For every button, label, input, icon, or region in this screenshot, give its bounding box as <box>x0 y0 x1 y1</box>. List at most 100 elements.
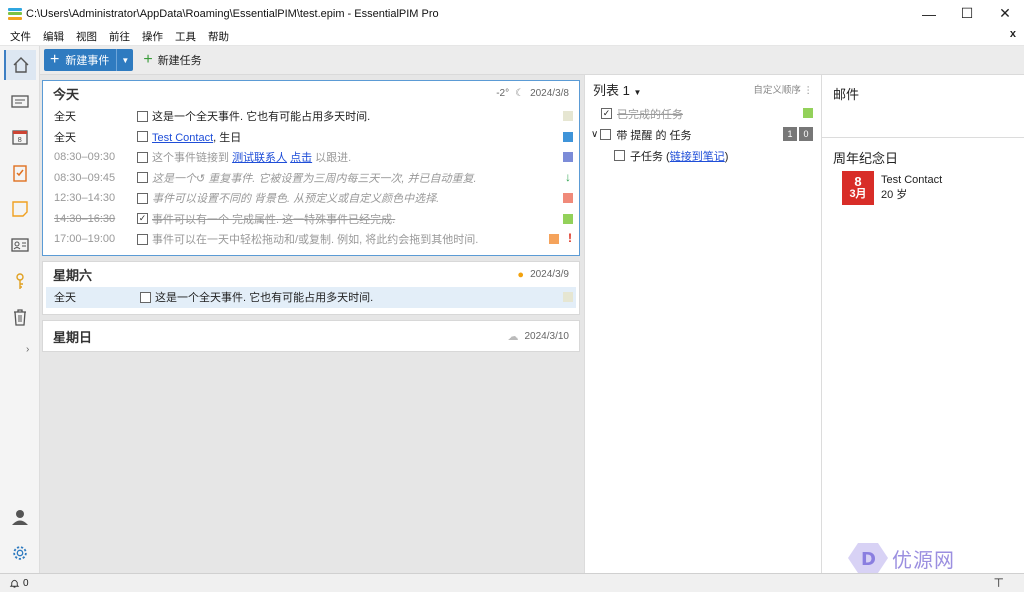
mail-icon[interactable] <box>4 86 36 116</box>
sidebar-expand-icon[interactable]: › <box>26 344 29 355</box>
svg-text:D: D <box>861 549 876 570</box>
day-date: 2024/3/9 <box>530 269 569 280</box>
mail-section-title: 邮件 <box>833 87 860 102</box>
event-row[interactable]: 12:30–14:30 事件可以设置不同的 背景色. 从预定义或自定义颜色中选择… <box>43 188 579 209</box>
tasks-icon[interactable] <box>4 158 36 188</box>
day-card-today[interactable]: 今天 -2° ☾ 2024/3/8 全天 这是一个全天事件. 它也有可能占用多天… <box>42 80 580 256</box>
menu-tools[interactable]: 工具 <box>169 29 202 44</box>
menu-go[interactable]: 前往 <box>103 29 136 44</box>
task-title: 已完成的任务 <box>617 108 683 121</box>
event-checkbox[interactable] <box>137 233 148 245</box>
event-color-swatch <box>563 292 573 302</box>
event-row[interactable]: 全天 这是一个全天事件. 它也有可能占用多天时间. <box>46 287 576 308</box>
event-title-suffix: , 生日 <box>213 131 242 144</box>
event-time: 12:30–14:30 <box>54 192 116 205</box>
click-link[interactable]: 点击 <box>290 152 312 164</box>
chevron-down-icon[interactable]: ∨ <box>591 129 598 140</box>
user-account-icon[interactable] <box>4 502 36 532</box>
new-event-label: 新建事件 <box>65 55 110 67</box>
anniversary-date-badge: 8 3月 <box>842 171 874 205</box>
trash-icon[interactable] <box>4 302 36 332</box>
menu-edit[interactable]: 编辑 <box>37 29 70 44</box>
day-card-sunday[interactable]: 星期日 ☁ 2024/3/10 <box>42 320 580 352</box>
reminders-indicator[interactable]: 0 <box>9 578 29 589</box>
task-row[interactable]: 子任务 (链接到笔记) <box>585 145 821 166</box>
note-link[interactable]: 链接到笔记 <box>670 151 725 163</box>
menu-help[interactable]: 帮助 <box>202 29 235 44</box>
event-checkbox[interactable] <box>137 192 148 204</box>
menu-close-button[interactable]: x <box>1010 28 1016 40</box>
task-checkbox-checked[interactable]: ✓ <box>601 108 612 119</box>
event-checkbox[interactable] <box>137 110 148 122</box>
home-icon[interactable] <box>4 50 36 80</box>
event-time: 17:00–19:00 <box>54 233 116 246</box>
passwords-icon[interactable] <box>4 266 36 296</box>
day-card-saturday[interactable]: 星期六 ● 2024/3/9 全天 这是一个全天事件. 它也有可能占用多天时间. <box>42 261 580 315</box>
event-checkbox[interactable] <box>137 151 148 163</box>
task-checkbox[interactable] <box>600 129 612 140</box>
maximize-button[interactable]: ☐ <box>948 0 986 27</box>
event-row[interactable]: 17:00–19:00 事件可以在一天中轻松拖动和/或复制. 例如, 将此约会拖… <box>43 229 579 250</box>
close-button[interactable]: ✕ <box>986 0 1024 27</box>
notes-icon[interactable] <box>4 194 36 224</box>
right-info-pane: 邮件 周年纪念日 8 3月 Test Contact 20 岁 <box>822 75 1024 573</box>
event-checkbox[interactable] <box>137 172 148 184</box>
title-bar: C:\Users\Administrator\AppData\Roaming\E… <box>0 0 1024 27</box>
menu-bar: 文件 编辑 视图 前往 操作 工具 帮助 x <box>0 27 1024 46</box>
minimize-button[interactable]: — <box>910 0 948 27</box>
task-checkbox[interactable] <box>614 150 625 161</box>
chevron-down-icon[interactable]: ▼ <box>116 49 133 71</box>
event-row[interactable]: 08:30–09:45 这是一个↺ 重复事件. 它被设置为三周内每三天一次, 并… <box>43 168 579 189</box>
sun-icon: ● <box>517 268 525 281</box>
task-title-suffix: ) <box>724 150 729 163</box>
settings-gear-icon[interactable] <box>4 538 36 568</box>
event-row[interactable]: 全天 这是一个全天事件. 它也有可能占用多天时间. <box>43 106 579 127</box>
day-name: 星期日 <box>53 329 93 345</box>
new-event-button[interactable]: + 新建事件 ▼ <box>44 49 134 71</box>
day-date: 2024/3/8 <box>530 88 569 99</box>
event-row[interactable]: 14:30–16:30 ✓ 事件可以有一个 完成属性. 这一特殊事件已经完成. <box>43 209 579 230</box>
anniversary-section-title: 周年纪念日 <box>833 151 899 166</box>
event-color-swatch <box>563 111 573 121</box>
anniversary-age: 20 岁 <box>881 189 908 201</box>
event-title: 这是一个全天事件. 它也有可能占用多天时间. <box>152 111 371 124</box>
new-task-button[interactable]: + 新建任务 <box>143 52 201 68</box>
priority-high-icon: ! <box>568 231 572 245</box>
anniversary-name: Test Contact <box>881 174 943 186</box>
event-color-swatch <box>563 193 573 203</box>
contacts-icon[interactable] <box>4 230 36 260</box>
event-time: 08:30–09:30 <box>54 151 116 164</box>
event-title: 这是一个全天事件. 它也有可能占用多天时间. <box>155 292 374 305</box>
event-checkbox[interactable] <box>137 131 148 143</box>
event-row[interactable]: 08:30–09:30 这个事件链接到 测试联系人 点击 以跟进. <box>43 147 579 168</box>
day-name: 今天 <box>53 87 80 102</box>
task-list-selector[interactable]: 列表 1 ▼ <box>593 80 641 99</box>
event-row[interactable]: 全天 Test Contact, 生日 <box>43 127 579 148</box>
window-title: C:\Users\Administrator\AppData\Roaming\E… <box>26 7 439 20</box>
module-sidebar: 8 › <box>0 46 40 573</box>
event-title-suffix: 以跟进. <box>312 152 352 165</box>
task-row[interactable]: ∨ 带 提醒 的 任务 1 0 <box>585 124 821 145</box>
svg-text:8: 8 <box>18 136 22 144</box>
event-title-prefix: 这个事件链接到 <box>152 152 233 165</box>
task-color-swatch <box>803 108 813 118</box>
event-checkbox[interactable] <box>140 291 151 303</box>
reminders-count: 0 <box>23 577 29 589</box>
event-time: 08:30–09:45 <box>54 171 116 184</box>
sort-order-label: 自定义顺序 <box>753 85 801 96</box>
menu-view[interactable]: 视图 <box>70 29 103 44</box>
day-view-pane: 今天 -2° ☾ 2024/3/8 全天 这是一个全天事件. 它也有可能占用多天… <box>40 75 584 573</box>
contact-link[interactable]: 测试联系人 <box>232 152 287 164</box>
event-checkbox-checked[interactable]: ✓ <box>137 213 148 225</box>
pin-icon[interactable]: ⊤ <box>994 576 1004 590</box>
anniversary-item[interactable]: 8 3月 Test Contact 20 岁 <box>842 171 942 205</box>
task-count-badge: 0 <box>799 127 813 141</box>
sort-order-selector[interactable]: 自定义顺序 ⋮ <box>753 82 813 96</box>
contact-link[interactable]: Test Contact <box>152 132 213 144</box>
calendar-icon[interactable]: 8 <box>4 122 36 152</box>
task-row[interactable]: ✓ 已完成的任务 <box>585 103 821 124</box>
menu-actions[interactable]: 操作 <box>136 29 169 44</box>
toolbar: + 新建事件 ▼ + 新建任务 <box>40 46 1024 75</box>
app-logo-icon <box>8 7 22 20</box>
menu-file[interactable]: 文件 <box>4 29 37 44</box>
